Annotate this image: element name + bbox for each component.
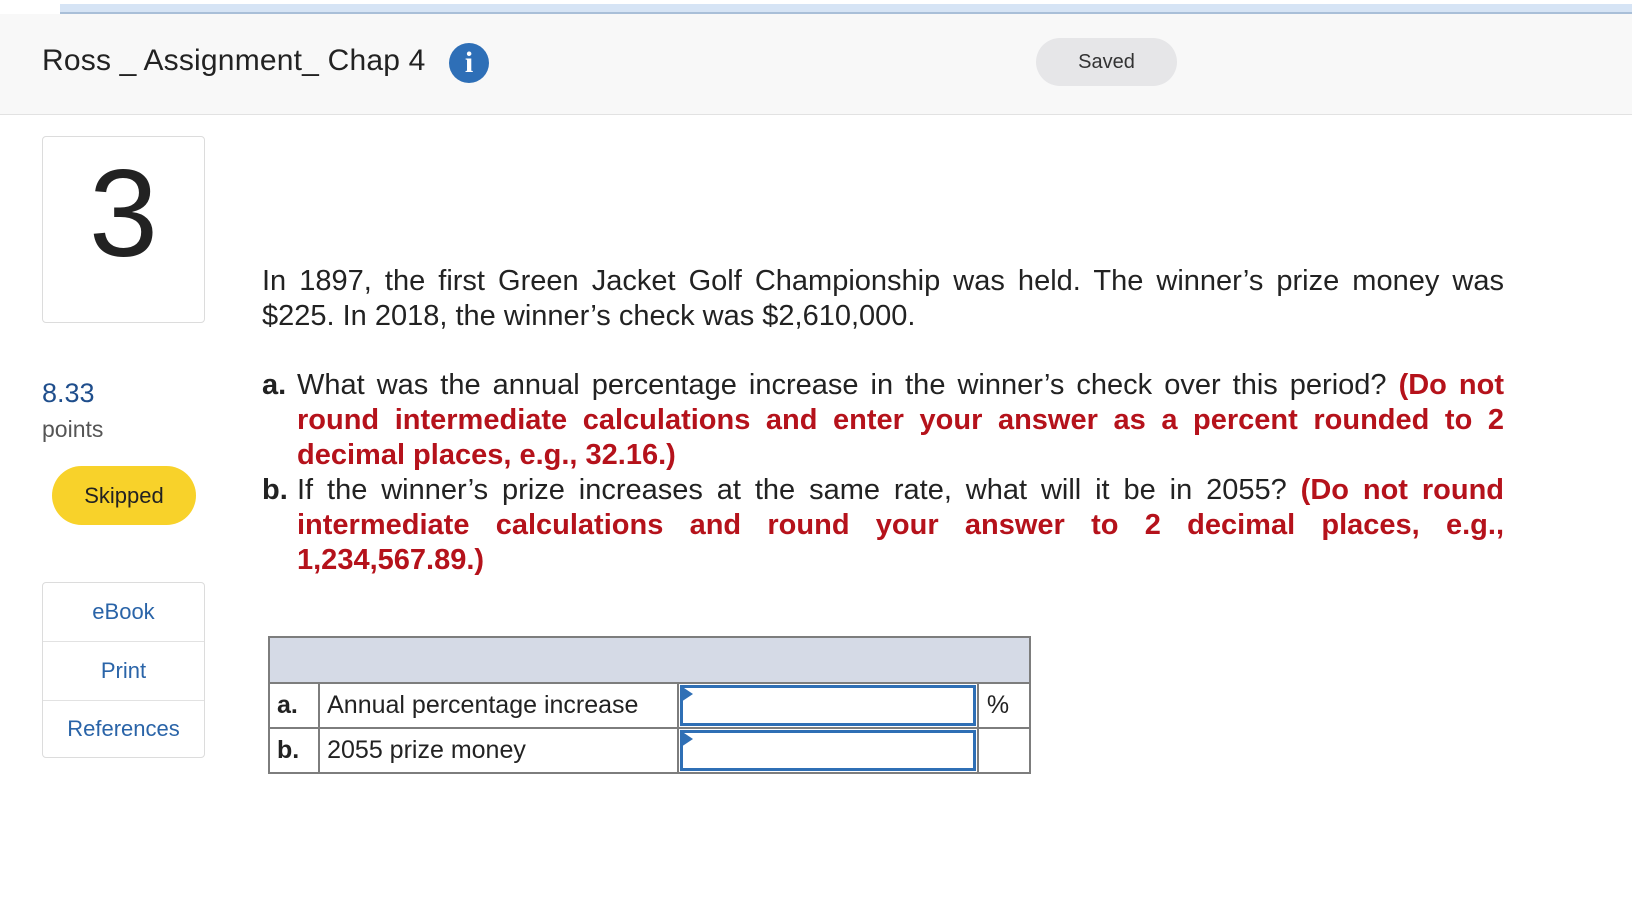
question-part-b: b. If the winner’s prize increases at th… (262, 473, 1504, 578)
points-value: 8.33 (42, 378, 95, 408)
answer-cell (677, 682, 979, 729)
row-label: Annual percentage increase (318, 682, 680, 729)
status-badge: Skipped (52, 466, 196, 525)
annual-percentage-input[interactable] (680, 685, 976, 726)
unit-label: % (976, 682, 1032, 729)
references-link[interactable]: References (43, 701, 204, 757)
assignment-title: Ross _ Assignment_ Chap 4 (42, 44, 426, 77)
part-text: If the winner’s prize increases at the s… (297, 474, 1287, 506)
points-label: points (42, 416, 104, 442)
info-icon[interactable]: i (449, 43, 489, 83)
question-number-box: 3 (42, 136, 205, 323)
table-header-cell (268, 636, 1031, 684)
table-row: a. Annual percentage increase % (267, 682, 1032, 729)
question-intro: In 1897, the first Green Jacket Golf Cha… (262, 265, 1504, 332)
top-progress-bar (60, 4, 1632, 14)
answer-table: a. Annual percentage increase % b. 2055 … (267, 636, 1032, 774)
answer-cell (677, 727, 979, 774)
print-link[interactable]: Print (43, 642, 204, 701)
resources-list: eBook Print References (42, 582, 205, 758)
question-number: 3 (89, 145, 158, 283)
row-letter: a. (267, 682, 321, 729)
table-row: b. 2055 prize money (267, 727, 1032, 774)
flag-icon (681, 731, 694, 747)
part-letter: a. (262, 369, 287, 401)
unit-label (976, 727, 1032, 774)
assignment-header: Ross _ Assignment_ Chap 4 i Saved (0, 14, 1632, 115)
row-letter: b. (267, 727, 321, 774)
part-letter: b. (262, 474, 288, 506)
prize-money-input[interactable] (680, 730, 976, 771)
saved-status-button[interactable]: Saved (1036, 38, 1177, 86)
table-header-row (268, 636, 1031, 684)
browser-top-strip (0, 0, 1632, 14)
flag-icon (681, 686, 694, 702)
question-part-a: a. What was the annual percentage increa… (262, 368, 1504, 473)
row-label: 2055 prize money (318, 727, 680, 774)
ebook-link[interactable]: eBook (43, 583, 204, 642)
question-body: In 1897, the first Green Jacket Golf Cha… (262, 264, 1504, 578)
part-text: What was the annual percentage increase … (297, 369, 1387, 401)
